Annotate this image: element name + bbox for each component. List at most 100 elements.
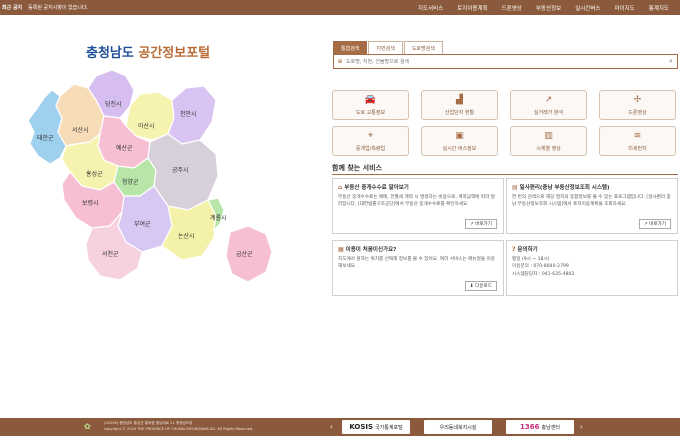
- tile-transaction-analysis[interactable]: ↗ 실거래가 분석: [510, 90, 587, 120]
- label-yesan: 예산군: [116, 144, 133, 152]
- card-title: 부동산 중개수수료 알아보기: [344, 185, 409, 191]
- portal-title-province: 충청남도: [86, 46, 134, 61]
- link-kosis-brand: KOSIS: [349, 423, 374, 431]
- footer: ✿ (32256) 충청남도 홍성군 홍북읍 충남대로 21 충청남도청 cop…: [0, 418, 680, 436]
- chart-icon: ↗: [544, 94, 553, 105]
- search-input[interactable]: [346, 58, 665, 65]
- tile-realtime-bus[interactable]: ▣ 실시간 버스정보: [421, 126, 498, 156]
- location-pin-icon: ⊕: [337, 58, 343, 65]
- tile-timeseries-imagery[interactable]: ▥ 시계열 영상: [510, 126, 587, 156]
- main-nav: 지도서비스 토지이용계획 드론영상 부동산정보 실시간버스 마이지도 통계지도: [411, 0, 676, 15]
- tile-industrial-complex[interactable]: ▟ 산업단지 현황: [421, 90, 498, 120]
- dust-icon: ≋: [633, 130, 642, 141]
- section-divider: [332, 174, 678, 175]
- card-contact: ? 문의하기 평일 (9시 ~ 18시) 이용문의 : 070-8840-2799…: [506, 240, 678, 296]
- card-ilsapyeonri: ▤ 일사편리(충남 부동산정보조회 시스템) 한 번의 검색으로 해당 필지의 종…: [506, 178, 678, 234]
- label-taean: 태안군: [37, 134, 54, 142]
- nav-my-map[interactable]: 마이지도: [608, 4, 642, 12]
- label-hongseong: 홍성군: [86, 170, 103, 178]
- label-gongju: 공주시: [172, 167, 189, 174]
- tile-label: 실거래가 분석: [533, 109, 564, 116]
- link-welfare[interactable]: 우리동네복지시설: [424, 420, 492, 434]
- tile-label: 중개업/측량업: [355, 145, 386, 152]
- card-body: 부동산 중개수수료는 매매, 전월세 계약 시 발생하는 비용으로, 계약금액에…: [338, 195, 495, 208]
- tile-label: 드론영상: [628, 109, 647, 116]
- province-map: 태안군 서산시 당진시 아산시 천안시 예산군 홍성군 청양군 공주시 보령시 …: [22, 60, 282, 290]
- nav-realtime-bus[interactable]: 실시간버스: [568, 4, 607, 12]
- search-icon[interactable]: ⌕: [665, 57, 677, 66]
- nav-land-use[interactable]: 토지이용계획: [450, 4, 494, 12]
- link-1366[interactable]: 1366 충남센터: [506, 420, 574, 434]
- notice-label: 최근 공지: [2, 5, 23, 11]
- tile-drone-video[interactable]: ✢ 드론영상: [599, 90, 676, 120]
- link-1366-label: 충남센터: [541, 424, 560, 431]
- label-dangjin: 당진시: [105, 100, 122, 108]
- notice-text[interactable]: 등록된 공지사항이 없습니다.: [28, 4, 88, 11]
- tile-label: 시계열 영상: [536, 145, 561, 152]
- nav-real-estate[interactable]: 부동산정보: [529, 4, 568, 12]
- drone-icon: ✢: [633, 94, 642, 105]
- tile-brokerage-survey[interactable]: ⌖ 중개업/측량업: [332, 126, 409, 156]
- next-arrow-icon[interactable]: ›: [580, 422, 583, 432]
- external-link-icon: ↗: [469, 222, 474, 227]
- go-button[interactable]: ↗ 바로가기: [638, 219, 671, 229]
- download-button[interactable]: ⬇ 다운로드: [464, 281, 497, 291]
- pin-icon: ⌖: [367, 130, 374, 141]
- search-tabs: 통합검색 지번검색 도로명검색: [333, 41, 444, 55]
- building-icon: ▤: [512, 183, 518, 191]
- download-icon: ⬇: [469, 284, 474, 289]
- tile-road-traffic[interactable]: 🚘 도로 교통정보: [332, 90, 409, 120]
- nav-stat-map[interactable]: 통계지도: [642, 4, 676, 12]
- tab-integrated-search[interactable]: 통합검색: [333, 41, 368, 55]
- book-icon: ▦: [338, 245, 344, 253]
- label-gyeryong: 계룡시: [210, 214, 227, 222]
- label-asan: 아산시: [138, 122, 155, 130]
- portal-title: 충청남도 공간정보포털: [86, 42, 210, 61]
- link-1366-brand: 1366: [520, 423, 540, 431]
- label-cheonan: 천안시: [180, 110, 197, 118]
- footer-info: (32256) 충청남도 홍성군 홍북읍 충남대로 21 충청남도청 copyr…: [104, 421, 253, 432]
- label-seocheon: 서천군: [102, 250, 119, 258]
- tab-road-search[interactable]: 도로명검색: [403, 41, 443, 55]
- card-title: 일사편리(충남 부동산정보조회 시스템): [519, 185, 610, 191]
- external-link-icon: ↗: [643, 222, 648, 227]
- card-title: 이용이 처음이신가요?: [345, 247, 397, 253]
- card-body: 한 번의 검색으로 해당 필지의 종합정보를 볼 수 있는 프로그램입니다. […: [512, 195, 671, 208]
- car-icon: 🚘: [364, 94, 377, 105]
- factory-icon: ▟: [456, 94, 463, 105]
- link-welfare-label: 우리동네복지시설: [439, 424, 477, 431]
- nav-drone[interactable]: 드론영상: [495, 4, 529, 12]
- tab-lot-search[interactable]: 지번검색: [368, 41, 403, 55]
- map-icon: ▥: [544, 130, 553, 141]
- card-brokerage-fee: ⌂ 부동산 중개수수료 알아보기 부동산 중개수수료는 매매, 전월세 계약 시 …: [332, 178, 504, 234]
- card-title: 문의하기: [517, 247, 538, 253]
- card-body: 지도에서 원하는 위치를 선택해 정보를 볼 수 있어요. 여러 서비스는 메뉴…: [338, 257, 495, 270]
- link-kosis-label: 국가통계포털: [375, 424, 403, 431]
- tile-label: 산업단지 현황: [444, 109, 475, 116]
- service-tiles: 🚘 도로 교통정보 ▟ 산업단지 현황 ↗ 실거래가 분석 ✢ 드론영상 ⌖ 중…: [332, 90, 678, 156]
- bus-icon: ▣: [455, 130, 464, 141]
- label-nonsan: 논산시: [178, 232, 195, 240]
- notice-bar: 최근 공지 등록된 공지사항이 없습니다.: [2, 4, 88, 11]
- footer-copyright: copyright © 2020 THE PROVINCE OF CHUNGCH…: [104, 426, 254, 431]
- prev-arrow-icon[interactable]: ‹: [330, 422, 333, 432]
- search-box: ⊕ ⌕: [333, 54, 678, 69]
- card-first-time: ▦ 이용이 처음이신가요? 지도에서 원하는 위치를 선택해 정보를 볼 수 있어…: [332, 240, 504, 296]
- label-buyeo: 부여군: [134, 220, 151, 228]
- contact-hours: 평일 (9시 ~ 18시): [512, 257, 550, 262]
- province-map-svg: 태안군 서산시 당진시 아산시 천안시 예산군 홍성군 청양군 공주시 보령시 …: [27, 69, 273, 283]
- tile-label: 도로 교통정보: [355, 109, 386, 116]
- link-kosis[interactable]: KOSIS 국가통계포털: [342, 420, 410, 434]
- go-button[interactable]: ↗ 바로가기: [464, 219, 497, 229]
- label-boryeong: 보령시: [82, 199, 99, 207]
- house-icon: ⌂: [338, 183, 343, 191]
- region-nonsan[interactable]: [161, 199, 217, 261]
- province-logo-icon: ✿: [84, 422, 91, 431]
- nav-map-service[interactable]: 지도서비스: [411, 4, 450, 12]
- tile-fine-dust[interactable]: ≋ 미세먼지: [599, 126, 676, 156]
- top-bar: 최근 공지 등록된 공지사항이 없습니다. 지도서비스 토지이용계획 드론영상 …: [0, 0, 680, 15]
- contact-admin: 시스템담당자 : 041-635-4802: [512, 271, 575, 277]
- tile-label: 실시간 버스정보: [442, 145, 477, 152]
- question-icon: ?: [512, 245, 516, 253]
- label-seosan: 서산시: [72, 126, 89, 134]
